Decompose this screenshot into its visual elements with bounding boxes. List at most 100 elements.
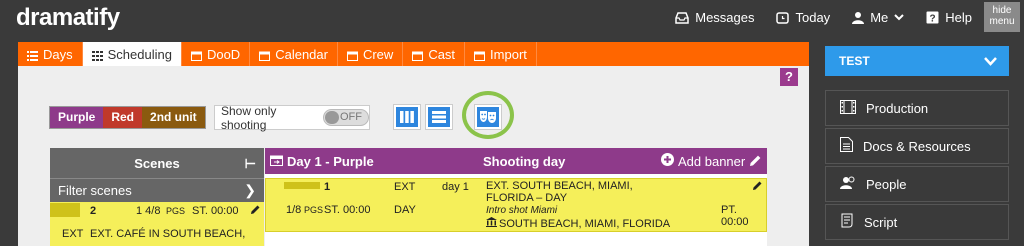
scene-heading: EXT. CAFÉ IN SOUTH BEACH, xyxy=(90,228,246,240)
tab-scheduling-label: Scheduling xyxy=(107,46,172,62)
calendar-icon xyxy=(474,49,486,61)
columns-view-button[interactable] xyxy=(393,104,421,130)
unit-2nd-unit-button[interactable]: 2nd unit xyxy=(142,107,205,128)
scenes-header: Scenes ⊢ xyxy=(50,148,264,178)
unit-filter: Purple Red 2nd unit xyxy=(49,106,206,129)
tab-dood[interactable]: DooD xyxy=(182,42,251,66)
tab-cast[interactable]: Cast xyxy=(403,42,466,66)
tab-calendar-label: Calendar xyxy=(275,46,328,62)
scene-color-bar xyxy=(50,203,80,217)
tab-dood-label: DooD xyxy=(206,46,241,62)
user-icon xyxy=(852,11,865,24)
unit-purple-button[interactable]: Purple xyxy=(50,107,104,128)
scene-start-time: ST. 00:00 xyxy=(324,204,371,216)
calendar-icon xyxy=(412,49,424,61)
top-bar: dramatify Messages Today Me ? Help hide … xyxy=(0,0,1024,36)
today-link[interactable]: Today xyxy=(776,10,830,25)
scene-set-label: SOUTH BEACH, MIAMI, FLORIDA xyxy=(499,217,671,230)
script-icon xyxy=(840,213,854,231)
app-logo[interactable]: dramatify xyxy=(16,4,120,32)
scenes-panel: Scenes ⊢ Filter scenes ❯ 2 1 4/8 PGS ST.… xyxy=(50,148,264,246)
filter-scenes-toggle[interactable]: Filter scenes ❯ xyxy=(50,178,264,202)
tab-cast-label: Cast xyxy=(428,46,456,62)
scene-pages-unit: PGS xyxy=(166,206,186,216)
scene-pages: 1 4/8 xyxy=(136,205,161,217)
pencil-icon[interactable] xyxy=(749,154,762,170)
me-menu[interactable]: Me xyxy=(852,10,904,25)
grid-icon xyxy=(91,49,103,61)
tab-crew-label: Crew xyxy=(362,46,394,62)
tab-import[interactable]: Import xyxy=(465,42,537,66)
tab-scheduling[interactable]: Scheduling xyxy=(82,42,182,66)
help-link[interactable]: ? Help xyxy=(926,10,972,25)
rows-icon xyxy=(428,107,450,127)
project-selector[interactable]: TEST xyxy=(825,46,1009,76)
add-banner-button[interactable]: Add banner xyxy=(661,153,745,169)
chevron-down-icon xyxy=(984,55,997,69)
scene-number: 1 xyxy=(324,181,331,193)
show-only-shooting-toggle[interactable]: OFF xyxy=(322,109,369,126)
tab-crew[interactable]: Crew xyxy=(338,42,404,66)
film-icon xyxy=(840,99,856,117)
unit-red-button[interactable]: Red xyxy=(103,107,143,128)
scene-int-ext: EXT xyxy=(62,228,84,240)
building-icon xyxy=(486,217,497,230)
scene-int-ext: EXT xyxy=(394,181,416,193)
calendar-icon xyxy=(346,49,358,61)
sidebar-item-script-label: Script xyxy=(864,214,898,230)
columns-icon xyxy=(396,107,418,127)
messages-label: Messages xyxy=(695,10,755,25)
calendar-move-icon xyxy=(270,154,283,169)
messages-link[interactable]: Messages xyxy=(675,10,754,25)
hide-menu-line2: menu xyxy=(989,16,1015,27)
clock-icon xyxy=(776,11,790,24)
scene-number: 2 xyxy=(90,205,97,217)
help-label: Help xyxy=(945,10,972,25)
project-sidebar: TEST Production Docs & Resources People … xyxy=(825,46,1009,240)
day-status: Shooting day xyxy=(483,154,566,169)
pencil-icon[interactable] xyxy=(250,204,261,218)
scene-day-night: DAY xyxy=(394,204,416,216)
sidebar-item-script[interactable]: Script xyxy=(825,204,1009,240)
tab-bar: Days Scheduling DooD Calendar Crew Cast … xyxy=(18,42,809,66)
scheduling-content: ? Purple Red 2nd unit Show only shooting… xyxy=(18,66,809,246)
tab-days[interactable]: Days xyxy=(18,42,83,66)
toggle-state: OFF xyxy=(340,111,362,123)
scene-note: Intro shot Miami xyxy=(486,205,558,216)
scenes-view-button[interactable] xyxy=(474,104,502,130)
scene-pages: 1/8 xyxy=(286,204,302,216)
collapse-panel-icon[interactable]: ⊢ xyxy=(245,156,256,172)
sidebar-item-production[interactable]: Production xyxy=(825,90,1009,126)
chevron-right-icon: ❯ xyxy=(244,182,256,198)
show-only-shooting-label: Show only shooting xyxy=(221,103,277,132)
help-button[interactable]: ? xyxy=(780,68,798,86)
scene-set: SOUTH BEACH, MIAMI, FLORIDA xyxy=(486,217,670,230)
chevron-down-icon xyxy=(894,14,904,21)
scene-page-time: PT. 00:00 xyxy=(721,204,749,228)
shooting-day-panel: Day 1 - Purple Shooting day Add banner 1… xyxy=(265,148,767,246)
tab-calendar[interactable]: Calendar xyxy=(250,42,338,66)
filter-scenes-label: Filter scenes xyxy=(58,183,132,198)
show-only-shooting-control: Show only shooting OFF xyxy=(214,103,370,132)
sidebar-item-docs-resources[interactable]: Docs & Resources xyxy=(825,128,1009,164)
sidebar-item-people[interactable]: People xyxy=(825,166,1009,202)
top-nav: Messages Today Me ? Help xyxy=(675,10,972,25)
hide-menu-button[interactable]: hide menu xyxy=(984,2,1020,32)
scene-start-time: ST. 00:00 xyxy=(192,205,239,217)
scene-story-day: day 1 xyxy=(442,181,469,193)
hide-menu-line1: hide xyxy=(992,5,1012,16)
scene-location-line2: FLORIDA – DAY xyxy=(486,192,568,204)
sidebar-item-production-label: Production xyxy=(866,100,929,116)
pencil-icon[interactable] xyxy=(752,180,763,194)
scene-location-line1: EXT. SOUTH BEACH, MIAMI, xyxy=(486,180,633,192)
scene-strip[interactable]: 2 1 4/8 PGS ST. 00:00 EXT EXT. CAFÉ IN S… xyxy=(50,202,264,246)
toggle-knob xyxy=(324,111,339,124)
scenes-title: Scenes xyxy=(134,155,180,171)
svg-text:?: ? xyxy=(930,14,936,25)
me-label: Me xyxy=(870,10,889,25)
scene-strip[interactable]: 1 EXT day 1 EXT. SOUTH BEACH, MIAMI, FLO… xyxy=(265,178,767,232)
rows-view-button[interactable] xyxy=(425,104,453,130)
today-label: Today xyxy=(795,10,831,25)
document-icon xyxy=(840,137,853,155)
